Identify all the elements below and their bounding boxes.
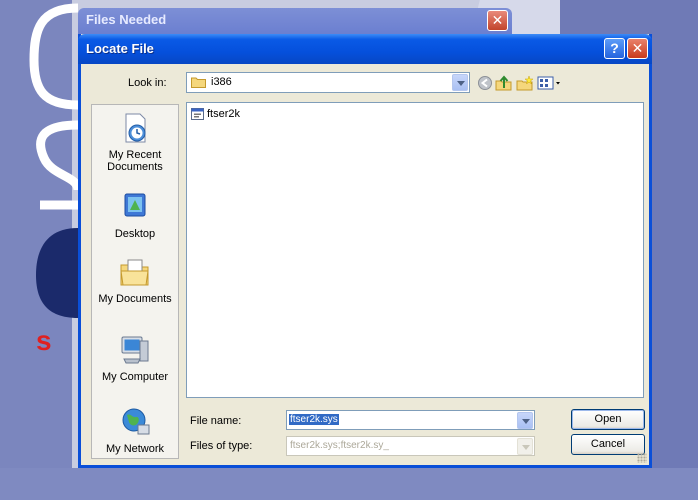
places-bar: My Recent Documents Desktop My Documents [91,104,179,459]
title-bar[interactable]: Locate File ? ✕ [78,34,652,64]
look-in-label: Look in: [128,77,167,89]
files-of-type-label: Files of type: [190,440,253,452]
my-documents-icon [120,259,149,286]
look-in-dropdown[interactable]: i386 [186,72,470,93]
chevron-down-icon [517,438,533,455]
place-label: My Documents [98,293,172,305]
place-my-recent-documents[interactable]: My Recent Documents [92,111,178,173]
open-button[interactable]: Open [571,409,645,430]
place-my-network[interactable]: My Network [92,405,178,455]
wallpaper-logo: s [29,3,83,356]
dialog-title: Locate File [86,41,154,56]
file-list[interactable]: ftser2k [186,102,644,398]
place-label: My Recent Documents [107,149,163,173]
file-name-input[interactable]: ftser2k.sys [286,410,535,430]
place-my-computer[interactable]: My Computer [92,333,178,383]
place-desktop[interactable]: Desktop [92,190,178,240]
up-folder-icon[interactable] [495,75,513,91]
chevron-down-icon[interactable] [452,74,468,91]
file-name-value: ftser2k.sys [289,414,339,425]
my-computer-icon [121,336,149,364]
file-name-label: File name: [190,415,242,427]
back-icon[interactable] [476,75,494,91]
place-my-documents[interactable]: My Documents [92,255,178,305]
new-folder-icon[interactable] [516,75,534,91]
background-band [0,468,698,500]
my-network-icon [122,408,150,435]
system-file-icon [191,108,204,120]
files-needed-title: Files Needed [86,12,167,27]
locate-file-dialog: Locate File ? ✕ Look in: i386 My Recent … [78,34,652,468]
view-menu-icon[interactable] [537,75,563,91]
svg-text:s: s [36,325,52,356]
place-label: Desktop [114,228,156,240]
resize-grip[interactable] [637,453,647,463]
close-button[interactable]: ✕ [627,38,648,59]
recent-documents-icon [125,113,146,143]
files-needed-close-button[interactable]: ✕ [487,10,508,31]
files-of-type-value: ftser2k.sys;ftser2k.sy_ [290,440,389,451]
desktop-icon [124,193,146,217]
look-in-value: i386 [211,76,232,88]
file-name-text: ftser2k [207,108,241,120]
folder-icon [191,77,206,88]
place-label: My Computer [101,371,169,383]
place-label: My Network [105,443,165,455]
help-button[interactable]: ? [604,38,625,59]
files-needed-window: Files Needed ✕ [78,8,512,34]
files-of-type-dropdown: ftser2k.sys;ftser2k.sy_ [286,436,535,456]
cancel-button[interactable]: Cancel [571,434,645,455]
chevron-down-icon[interactable] [517,412,533,429]
